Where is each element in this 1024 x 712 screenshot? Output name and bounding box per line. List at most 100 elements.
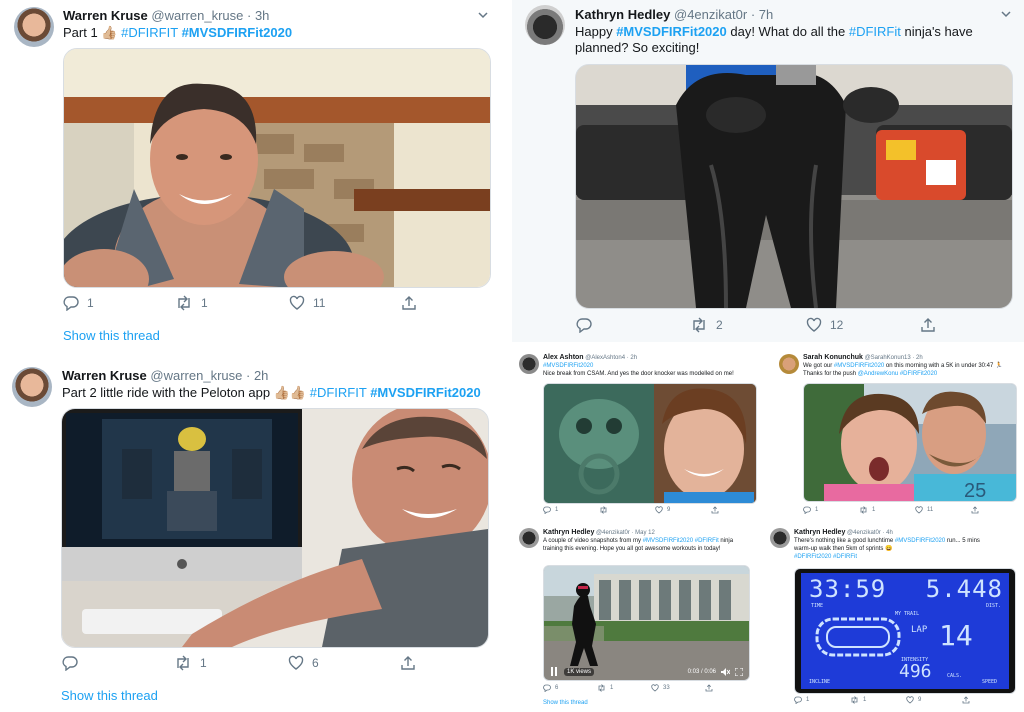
- avatar[interactable]: [779, 354, 799, 374]
- reply-icon: [794, 696, 802, 704]
- share-icon[interactable]: [971, 506, 979, 514]
- retweet-button[interactable]: [599, 506, 655, 514]
- like-button[interactable]: 33: [651, 684, 705, 692]
- tweet-time[interactable]: · 4h: [882, 530, 892, 536]
- retweet-button[interactable]: 1: [175, 295, 289, 311]
- hashtag-dfirfit2020[interactable]: #DFIRFit2020: [900, 371, 937, 377]
- author-name[interactable]: Kathryn Hedley: [575, 7, 670, 22]
- tweet-photo[interactable]: [61, 408, 489, 648]
- reply-button[interactable]: 6: [543, 684, 597, 692]
- share-icon[interactable]: [711, 506, 719, 514]
- mute-icon[interactable]: [721, 668, 730, 676]
- avatar[interactable]: [519, 528, 539, 548]
- share-icon[interactable]: [962, 696, 970, 704]
- share-icon[interactable]: [401, 295, 417, 311]
- chevron-down-icon[interactable]: [1000, 9, 1012, 19]
- retweet-button[interactable]: 1: [597, 684, 651, 692]
- like-count: 33: [663, 685, 670, 691]
- retweet-icon: [851, 696, 858, 704]
- tweet-time[interactable]: 7h: [759, 7, 773, 22]
- author-name[interactable]: Kathryn Hedley: [543, 529, 594, 536]
- tweet-time[interactable]: 2h: [254, 368, 268, 383]
- tweet-header: Warren Kruse @warren_kruse · 2h: [62, 368, 268, 383]
- avatar[interactable]: [14, 7, 54, 47]
- share-icon[interactable]: [705, 684, 713, 692]
- hashtag-mvsdfirfit2020[interactable]: #MVSDFIRFit2020: [895, 538, 945, 544]
- reply-count: 1: [806, 697, 810, 703]
- tweet-header: Kathryn Hedley @4enzikat0r · 7h: [575, 7, 773, 22]
- fullscreen-icon[interactable]: [735, 668, 743, 676]
- author-handle[interactable]: @4enzikat0r: [596, 530, 630, 536]
- hashtag-mvsdfirfit2020[interactable]: #MVSDFIRFit2020: [370, 385, 481, 400]
- reply-icon: [543, 684, 551, 692]
- reply-button[interactable]: 1: [543, 506, 599, 514]
- tweet-header: Warren Kruse @warren_kruse · 3h: [63, 8, 269, 23]
- tweet-photo[interactable]: 25: [803, 383, 1017, 502]
- reply-button[interactable]: [576, 317, 690, 333]
- reply-button[interactable]: 1: [794, 696, 850, 704]
- hashtag-dfirfit[interactable]: #DFIRFIT: [310, 385, 367, 400]
- like-button[interactable]: 9: [906, 696, 962, 704]
- hashtag-dfirfit[interactable]: #DFIRFit: [849, 24, 901, 39]
- author-handle[interactable]: @warren_kruse: [151, 8, 243, 23]
- author-name[interactable]: Warren Kruse: [63, 8, 148, 23]
- hashtag-mvsdfirfit2020[interactable]: #MVSDFIRFit2020: [616, 24, 727, 39]
- avatar[interactable]: [770, 528, 790, 548]
- hashtag-mvsdfirfit2020[interactable]: #MVSDFIRFit2020: [182, 25, 293, 40]
- tweet-photo[interactable]: [543, 383, 757, 504]
- like-button[interactable]: 11: [289, 295, 401, 311]
- chevron-down-icon[interactable]: [477, 10, 489, 20]
- author-handle[interactable]: @4enzikat0r: [674, 7, 747, 22]
- avatar[interactable]: [519, 354, 539, 374]
- retweet-button[interactable]: 1: [174, 655, 288, 671]
- author-handle[interactable]: @SarahKonun13: [865, 355, 911, 361]
- video-player[interactable]: 1K views 0:03 / 0:06: [543, 565, 750, 681]
- tweet-text-part: Nice break from CSAM. And yes the door k…: [543, 371, 734, 377]
- tweet-time[interactable]: 3h: [255, 8, 269, 23]
- author-name[interactable]: Warren Kruse: [62, 368, 147, 383]
- author-name[interactable]: Kathryn Hedley: [794, 529, 845, 536]
- hashtag-dfirfit[interactable]: #DFIRFIT: [121, 25, 178, 40]
- retweet-button[interactable]: 2: [690, 317, 806, 333]
- hashtag-dfirfit2020[interactable]: #DFIRFit2020: [794, 554, 831, 560]
- lap-label: LAP: [911, 625, 928, 635]
- show-thread-link[interactable]: Show this thread: [543, 700, 588, 706]
- reply-button[interactable]: 1: [63, 295, 175, 311]
- like-button[interactable]: 6: [288, 655, 400, 671]
- avatar[interactable]: [12, 367, 52, 407]
- mention-link[interactable]: @AndrewKonu: [858, 371, 898, 377]
- tweet-photo[interactable]: [575, 64, 1013, 309]
- share-icon[interactable]: [400, 655, 416, 671]
- author-name[interactable]: Alex Ashton: [543, 354, 584, 361]
- hashtag-dfirfit[interactable]: #DFIRFit: [695, 538, 719, 544]
- tweet-time[interactable]: · May 12: [631, 530, 654, 536]
- tweet-text-part: Part 2 little ride with the Peloton app: [62, 385, 274, 400]
- avatar[interactable]: [525, 5, 565, 45]
- retweet-button[interactable]: 1: [850, 696, 906, 704]
- hashtag-mvsdfirfit2020[interactable]: #MVSDFIRFit2020: [643, 538, 693, 544]
- hashtag-dfirfit[interactable]: #DFIRFit: [833, 554, 857, 560]
- like-button[interactable]: 12: [806, 317, 920, 333]
- share-icon[interactable]: [920, 317, 936, 333]
- retweet-button[interactable]: 1: [859, 506, 915, 514]
- like-button[interactable]: 11: [915, 506, 971, 514]
- like-count: 11: [313, 296, 326, 310]
- show-thread-link[interactable]: Show this thread: [61, 688, 158, 703]
- author-handle[interactable]: @AlexAshton4: [585, 355, 625, 361]
- reply-button[interactable]: 1: [803, 506, 859, 514]
- tweet-time[interactable]: · 2h: [627, 355, 637, 361]
- tweet-photo[interactable]: [63, 48, 491, 288]
- hashtag-mvsdfirfit2020[interactable]: #MVSDFIRFit2020: [834, 363, 884, 369]
- like-button[interactable]: 9: [655, 506, 711, 514]
- reply-button[interactable]: [62, 655, 174, 671]
- photo-peloton-ride: [62, 409, 488, 647]
- tweet-actions: 1 9: [543, 506, 719, 514]
- show-thread-link[interactable]: Show this thread: [63, 328, 160, 343]
- tweet-photo[interactable]: 33:59 5.448 TIME DIST. MY TRAIL LAP 14 I…: [794, 568, 1016, 694]
- author-handle[interactable]: @warren_kruse: [150, 368, 242, 383]
- author-name[interactable]: Sarah Konunchuk: [803, 354, 863, 361]
- tweet-time[interactable]: · 2h: [912, 355, 922, 361]
- pause-icon[interactable]: [550, 667, 558, 676]
- hashtag-mvsdfirfit2020[interactable]: #MVSDFIRFit2020: [543, 363, 593, 369]
- author-handle[interactable]: @4enzikat0r: [847, 530, 881, 536]
